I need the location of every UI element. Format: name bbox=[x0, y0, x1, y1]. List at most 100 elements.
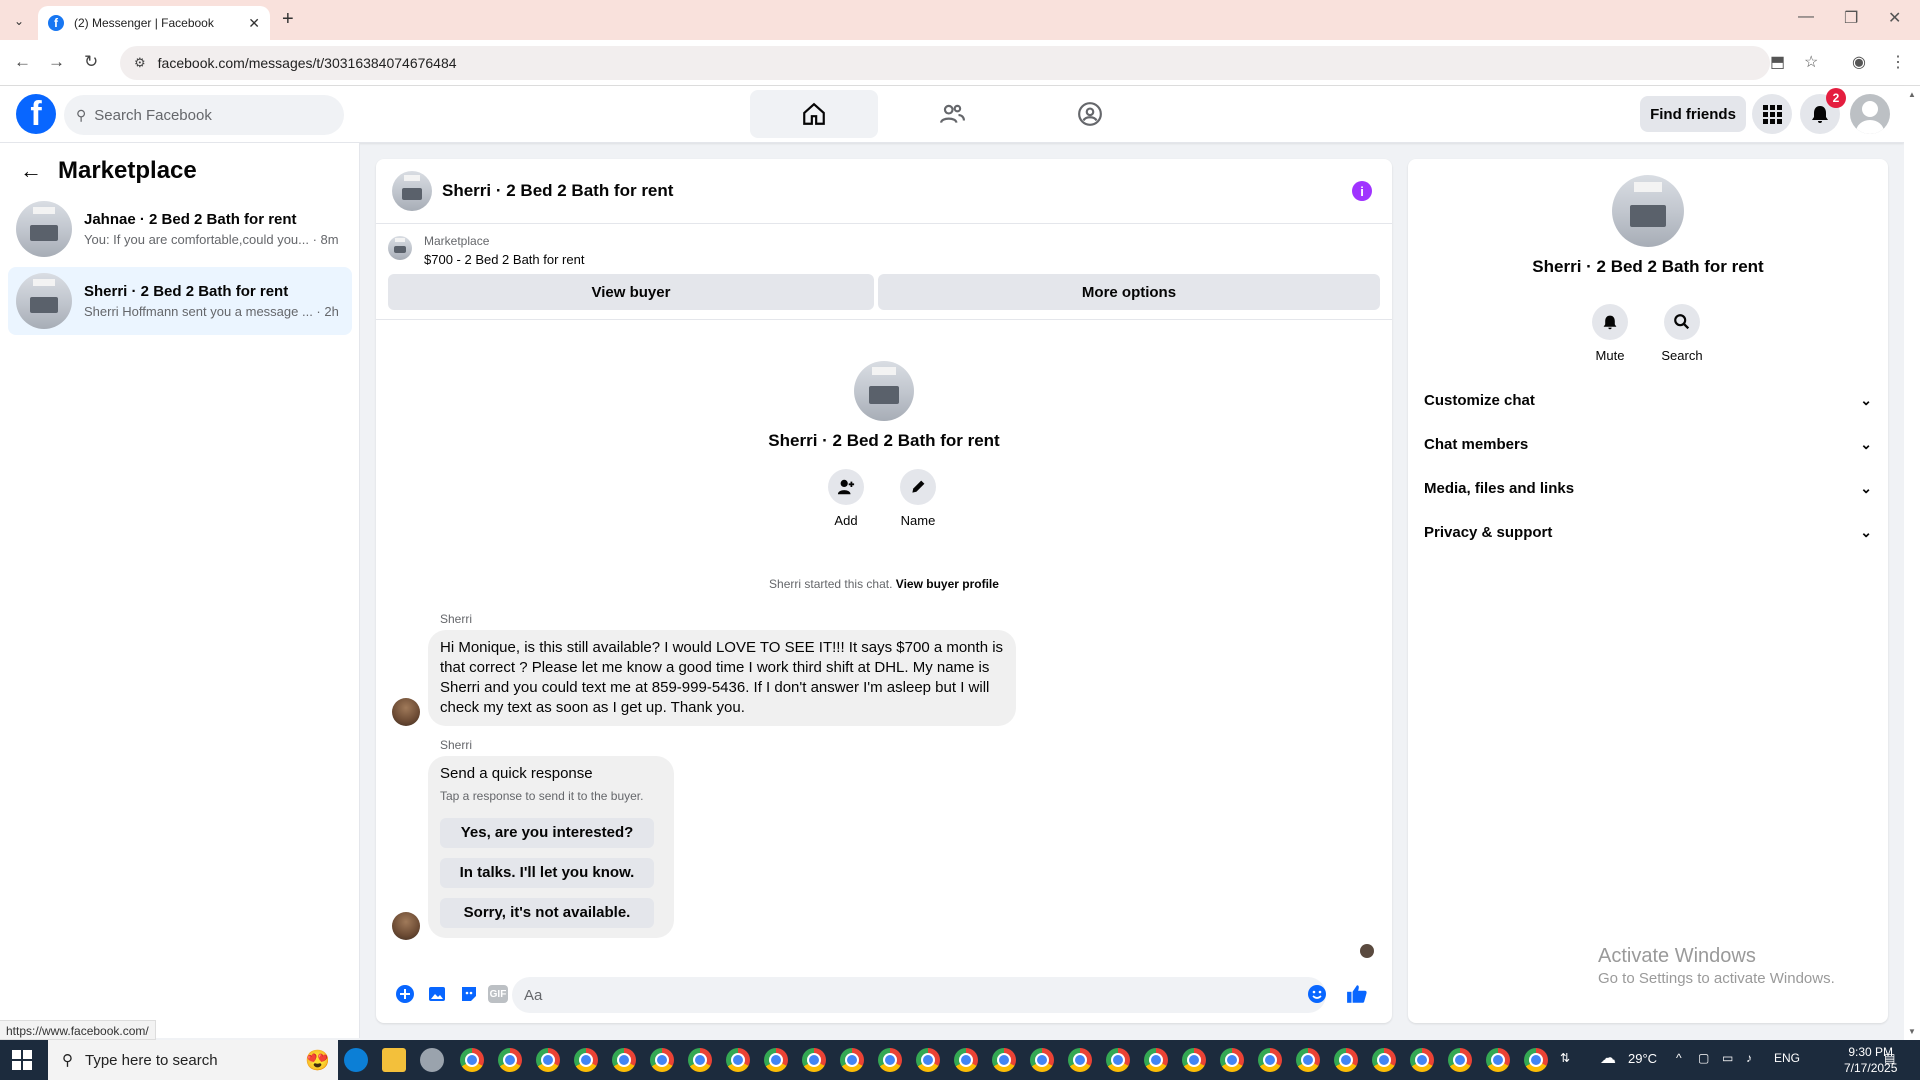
chrome-icon[interactable] bbox=[574, 1048, 598, 1072]
menu-kebab-icon[interactable]: ⋮ bbox=[1890, 52, 1906, 72]
chrome-icon[interactable] bbox=[840, 1048, 864, 1072]
site-info-icon[interactable]: ⚙ bbox=[134, 55, 146, 71]
chrome-icon[interactable] bbox=[1106, 1048, 1130, 1072]
new-tab-icon[interactable]: + bbox=[282, 8, 294, 31]
chrome-icon[interactable] bbox=[650, 1048, 674, 1072]
quick-reply-yes-button[interactable]: Yes, are you interested? bbox=[440, 818, 654, 848]
find-friends-button[interactable]: Find friends bbox=[1640, 96, 1746, 132]
windows-start-icon[interactable] bbox=[12, 1050, 32, 1070]
edit-name-button[interactable]: Name bbox=[900, 469, 936, 528]
chrome-icon[interactable] bbox=[916, 1048, 940, 1072]
message-input[interactable]: Aa bbox=[512, 977, 1326, 1013]
install-app-icon[interactable]: ⬒ bbox=[1770, 52, 1785, 72]
customize-chat-section[interactable]: Customize chat ⌄ bbox=[1424, 382, 1872, 418]
tab-search-icon[interactable]: ⌄ bbox=[8, 10, 30, 32]
back-arrow-icon[interactable]: ← bbox=[20, 158, 42, 184]
scroll-up-icon[interactable]: ▲ bbox=[1908, 90, 1916, 99]
chrome-icon[interactable] bbox=[1410, 1048, 1434, 1072]
chrome-icon[interactable] bbox=[1486, 1048, 1510, 1072]
menu-grid-button[interactable] bbox=[1752, 94, 1792, 134]
chrome-icon[interactable] bbox=[1144, 1048, 1168, 1072]
chrome-icon[interactable] bbox=[1258, 1048, 1282, 1072]
language-indicator[interactable]: ENG bbox=[1774, 1051, 1800, 1065]
notification-center-icon[interactable]: ▤ bbox=[1884, 1051, 1895, 1065]
edge-icon[interactable] bbox=[344, 1048, 368, 1072]
more-options-button[interactable]: More options bbox=[878, 274, 1380, 310]
account-avatar[interactable] bbox=[1850, 94, 1890, 134]
facebook-logo[interactable]: f bbox=[16, 94, 56, 134]
mute-button[interactable]: Mute bbox=[1592, 304, 1628, 363]
chrome-icon[interactable] bbox=[992, 1048, 1016, 1072]
listing-title[interactable]: $700 - 2 Bed 2 Bath for rent bbox=[424, 252, 584, 267]
quick-reply-talks-button[interactable]: In talks. I'll let you know. bbox=[440, 858, 654, 888]
chrome-icon[interactable] bbox=[878, 1048, 902, 1072]
sticker-icon[interactable] bbox=[458, 983, 480, 1005]
reload-icon[interactable]: ↻ bbox=[84, 52, 98, 72]
taskbar-search-box[interactable]: ⚲ Type here to search 😍 bbox=[48, 1040, 338, 1080]
taskbar-scroll-icon[interactable]: ⇅ bbox=[1560, 1051, 1570, 1065]
page-scrollbar[interactable]: ▲ ▼ bbox=[1904, 86, 1920, 1040]
chrome-icon[interactable] bbox=[460, 1048, 484, 1072]
app-icon[interactable] bbox=[420, 1048, 444, 1072]
file-explorer-icon[interactable] bbox=[382, 1048, 406, 1072]
close-tab-icon[interactable]: ✕ bbox=[248, 15, 260, 32]
chat-title[interactable]: Sherri · 2 Bed 2 Bath for rent bbox=[442, 181, 673, 201]
chrome-icon[interactable] bbox=[1220, 1048, 1244, 1072]
details-avatar[interactable] bbox=[1612, 175, 1684, 247]
chat-avatar[interactable] bbox=[392, 171, 432, 211]
groups-tab[interactable] bbox=[1026, 90, 1154, 138]
back-icon[interactable]: ← bbox=[14, 52, 31, 72]
chrome-icon[interactable] bbox=[536, 1048, 560, 1072]
forward-icon[interactable]: → bbox=[48, 52, 65, 72]
friends-tab[interactable] bbox=[888, 90, 1016, 138]
emoji-icon[interactable] bbox=[1306, 983, 1328, 1005]
chrome-icon[interactable] bbox=[1372, 1048, 1396, 1072]
bookmark-star-icon[interactable]: ☆ bbox=[1804, 52, 1818, 72]
show-hidden-icons-icon[interactable]: ^ bbox=[1676, 1051, 1682, 1065]
message-bubble[interactable]: Hi Monique, is this still available? I w… bbox=[428, 630, 1016, 726]
chrome-icon[interactable] bbox=[1334, 1048, 1358, 1072]
chrome-icon[interactable] bbox=[802, 1048, 826, 1072]
volume-icon[interactable]: ♪ bbox=[1746, 1051, 1752, 1065]
privacy-support-section[interactable]: Privacy & support ⌄ bbox=[1424, 514, 1872, 550]
scroll-down-icon[interactable]: ▼ bbox=[1908, 1027, 1916, 1036]
chrome-icon[interactable] bbox=[1524, 1048, 1548, 1072]
chrome-icon[interactable] bbox=[498, 1048, 522, 1072]
chrome-icon[interactable] bbox=[726, 1048, 750, 1072]
network-icon[interactable]: ▭ bbox=[1722, 1051, 1733, 1065]
chrome-icon[interactable] bbox=[1296, 1048, 1320, 1072]
info-icon[interactable]: i bbox=[1352, 181, 1372, 201]
chrome-icon[interactable] bbox=[1182, 1048, 1206, 1072]
quick-reply-sorry-button[interactable]: Sorry, it's not available. bbox=[440, 898, 654, 928]
restore-icon[interactable]: ❐ bbox=[1844, 8, 1858, 28]
sender-avatar[interactable] bbox=[392, 912, 420, 940]
browser-tab[interactable]: f (2) Messenger | Facebook ✕ bbox=[38, 6, 270, 40]
add-people-button[interactable]: Add bbox=[828, 469, 864, 528]
home-tab[interactable] bbox=[750, 90, 878, 138]
url-field[interactable]: ⚙ facebook.com/messages/t/30316384074676… bbox=[120, 46, 1770, 80]
more-actions-icon[interactable] bbox=[394, 983, 416, 1005]
weather-icon[interactable]: ☁ bbox=[1600, 1048, 1616, 1068]
search-facebook-input[interactable]: ⚲ Search Facebook bbox=[64, 95, 344, 135]
chrome-icon[interactable] bbox=[612, 1048, 636, 1072]
conversation-item[interactable]: Jahnae · 2 Bed 2 Bath for rent You: If y… bbox=[8, 195, 352, 263]
media-files-links-section[interactable]: Media, files and links ⌄ bbox=[1424, 470, 1872, 506]
view-buyer-profile-link[interactable]: View buyer profile bbox=[896, 577, 999, 591]
chrome-icon[interactable] bbox=[688, 1048, 712, 1072]
minimize-icon[interactable]: — bbox=[1798, 8, 1814, 26]
chrome-icon[interactable] bbox=[1030, 1048, 1054, 1072]
system-tray-icon[interactable]: ▢ bbox=[1698, 1051, 1709, 1065]
gif-icon[interactable]: GIF bbox=[488, 985, 508, 1003]
chrome-icon[interactable] bbox=[1448, 1048, 1472, 1072]
chat-members-section[interactable]: Chat members ⌄ bbox=[1424, 426, 1872, 462]
temperature[interactable]: 29°C bbox=[1628, 1051, 1657, 1066]
sender-avatar[interactable] bbox=[392, 698, 420, 726]
profile-icon[interactable]: ◉ bbox=[1852, 52, 1866, 72]
close-window-icon[interactable]: ✕ bbox=[1888, 8, 1901, 28]
thumbs-up-icon[interactable] bbox=[1346, 983, 1368, 1005]
view-buyer-button[interactable]: View buyer bbox=[388, 274, 874, 310]
chrome-icon[interactable] bbox=[1068, 1048, 1092, 1072]
chrome-icon[interactable] bbox=[954, 1048, 978, 1072]
attach-photo-icon[interactable] bbox=[426, 983, 448, 1005]
chrome-icon[interactable] bbox=[764, 1048, 788, 1072]
